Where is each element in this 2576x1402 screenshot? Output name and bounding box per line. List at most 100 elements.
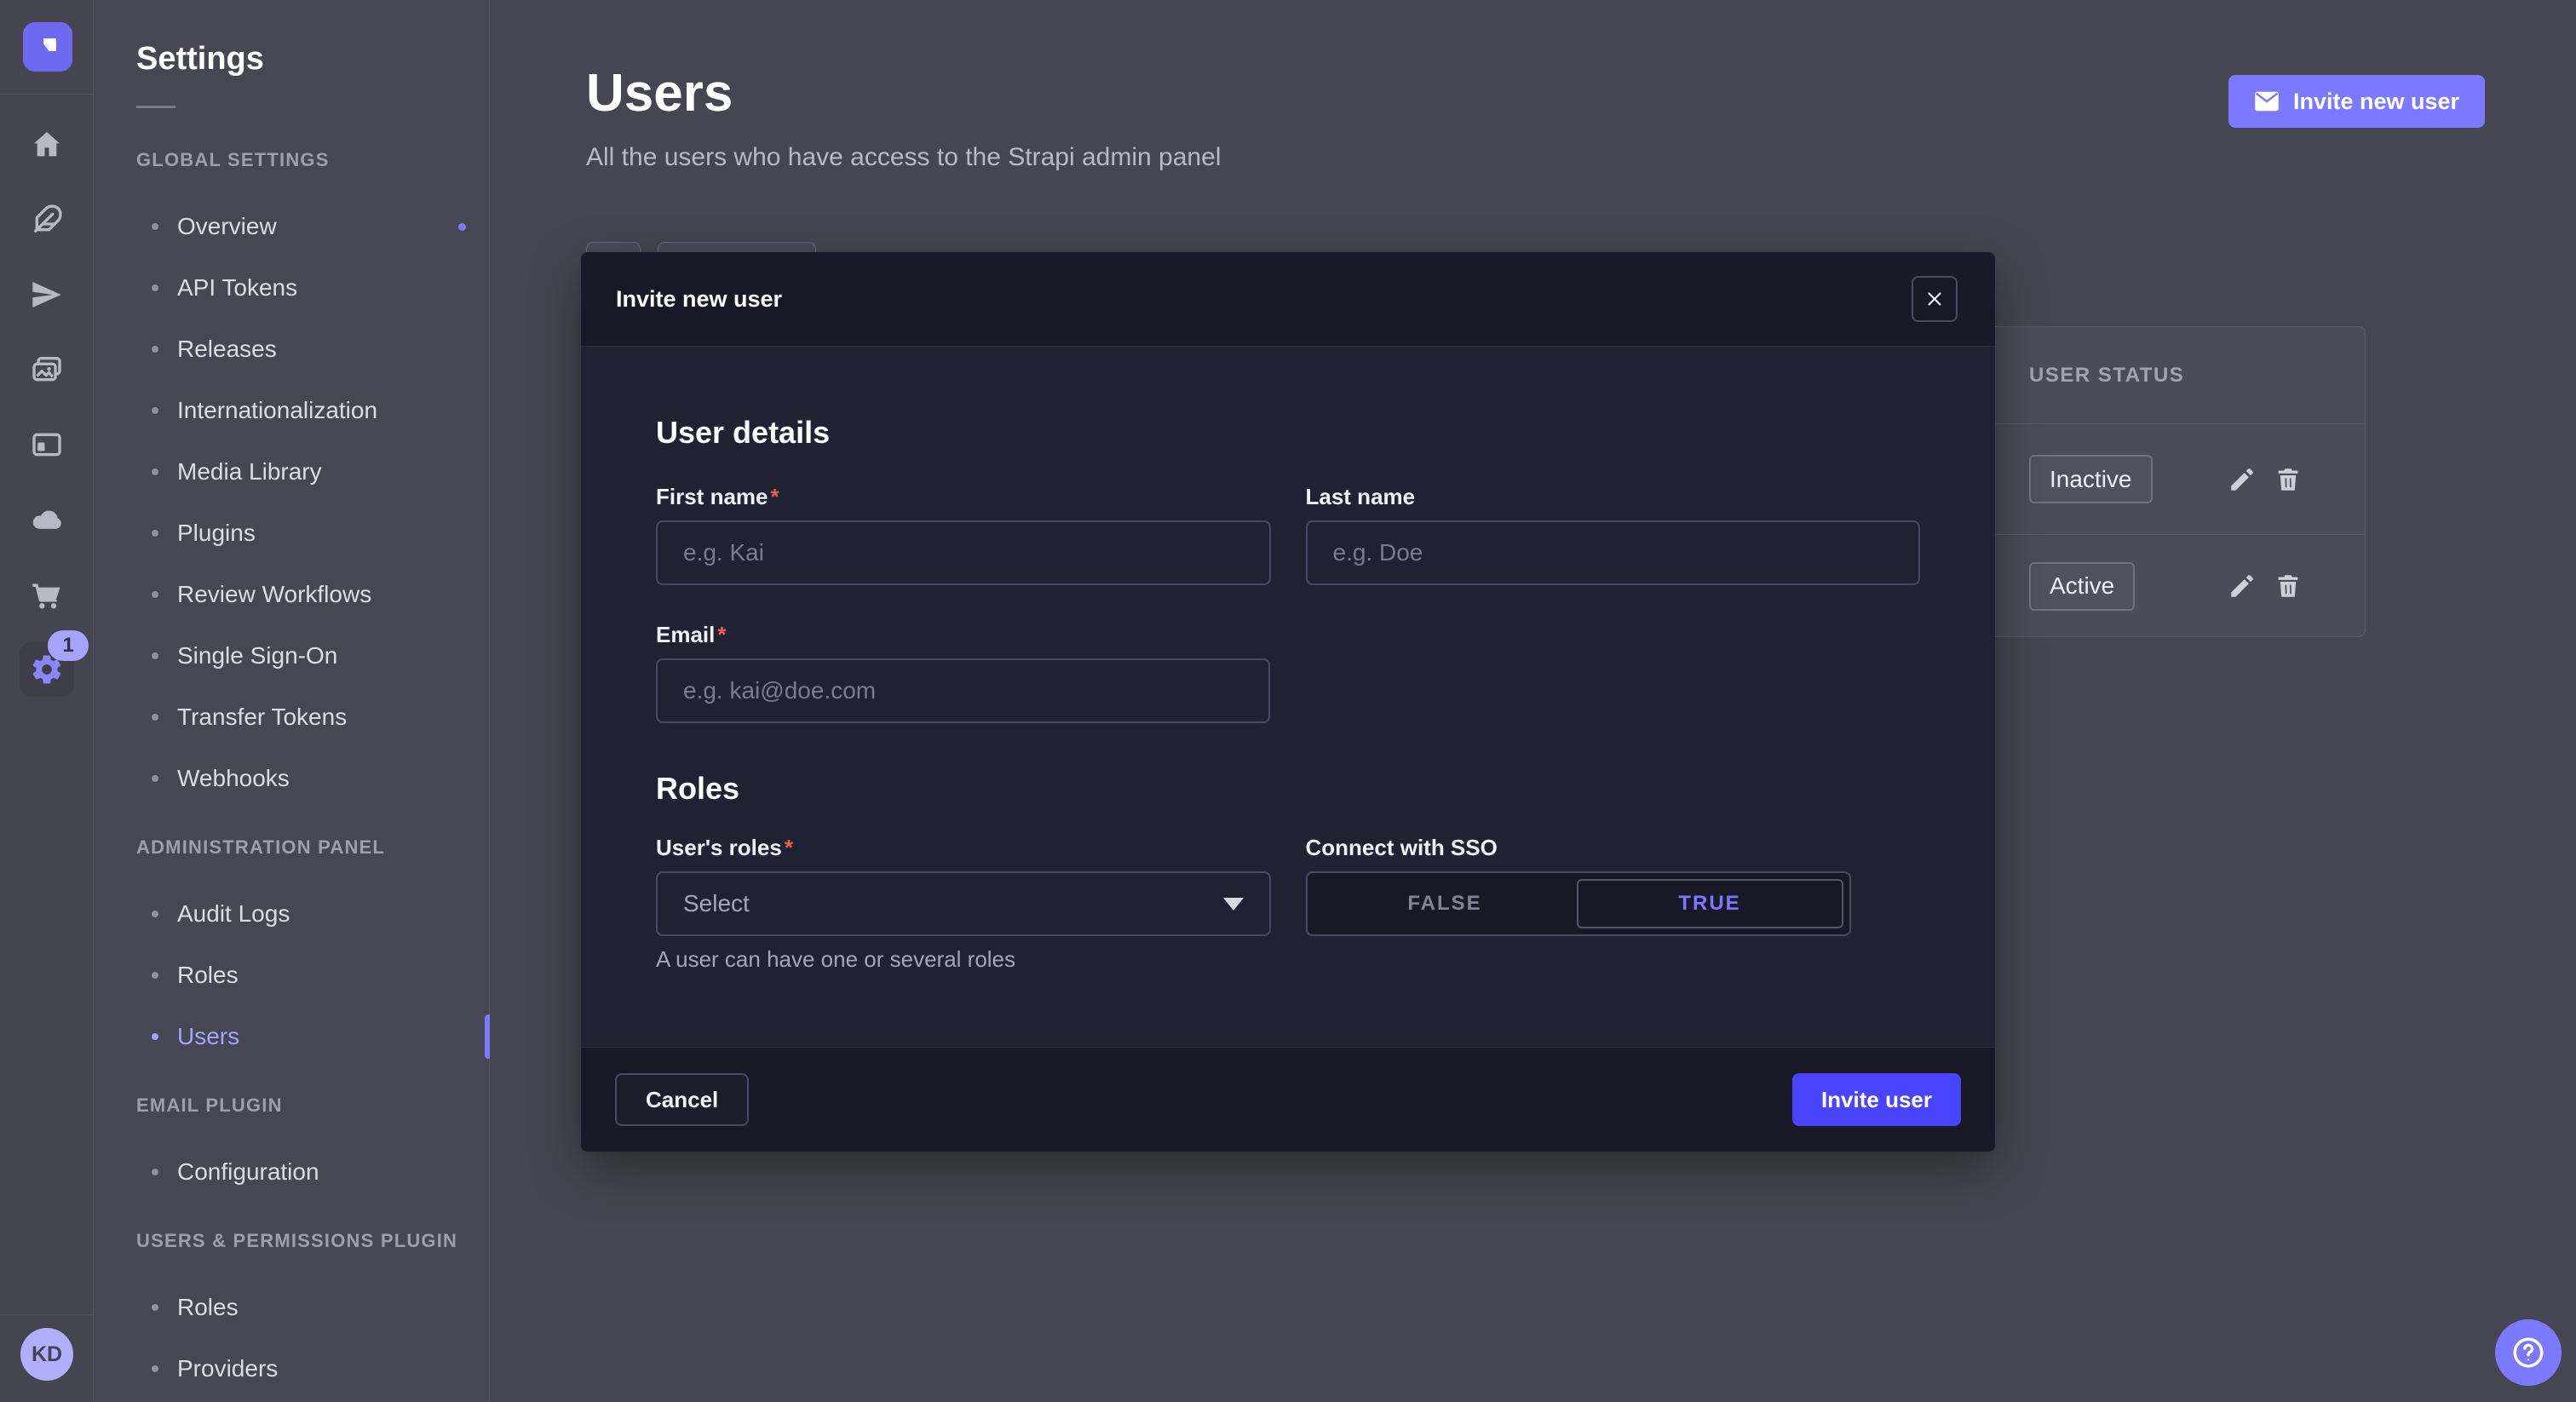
user-avatar[interactable]: KD	[20, 1328, 73, 1381]
users-roles-select[interactable]: Select	[656, 871, 1271, 936]
sidebar-item-roles[interactable]: Roles	[94, 1277, 490, 1338]
bullet-icon	[152, 714, 158, 721]
last-name-label: Last name	[1306, 481, 1921, 512]
invite-user-submit-button[interactable]: Invite user	[1792, 1073, 1961, 1126]
status-badge: Active	[2029, 562, 2135, 611]
delete-user-button[interactable]	[2274, 465, 2303, 494]
edit-user-button[interactable]	[2228, 572, 2257, 600]
sso-label: Connect with SSO	[1306, 832, 1921, 863]
cancel-button[interactable]: Cancel	[615, 1073, 749, 1126]
notification-dot	[458, 223, 466, 231]
trash-icon	[2274, 465, 2303, 494]
modal-header: Invite new user	[581, 252, 1995, 347]
users-roles-hint: A user can have one or several roles	[656, 946, 1271, 973]
app-rail: 1 KD	[0, 0, 94, 1402]
sidebar-item-review-workflows[interactable]: Review Workflows	[94, 564, 490, 625]
close-icon[interactable]	[1912, 276, 1958, 322]
sidebar-section-users-permissions-plugin: USERS & PERMISSIONS PLUGIN	[136, 1224, 490, 1258]
sidebar-item-label: Transfer Tokens	[177, 704, 347, 731]
images-icon[interactable]	[0, 332, 94, 407]
sidebar-item-audit-logs[interactable]: Audit Logs	[94, 883, 490, 945]
active-indicator-bar	[485, 1014, 490, 1059]
email-input[interactable]	[656, 658, 1270, 723]
rail-divider	[0, 94, 94, 95]
sidebar-title-underline	[136, 106, 175, 108]
first-name-input[interactable]	[656, 520, 1271, 585]
sidebar-item-roles[interactable]: Roles	[94, 945, 490, 1006]
bullet-icon	[152, 407, 158, 414]
last-name-input[interactable]	[1306, 520, 1921, 585]
sidebar-item-releases[interactable]: Releases	[94, 319, 490, 380]
bullet-icon	[152, 346, 158, 353]
bullet-icon	[152, 223, 158, 230]
sidebar-item-api-tokens[interactable]: API Tokens	[94, 257, 490, 319]
sidebar-item-label: Internationalization	[177, 397, 377, 424]
invite-new-user-button[interactable]: Invite new user	[2228, 75, 2485, 128]
rail-divider	[0, 1314, 94, 1315]
required-asterisk: *	[717, 622, 726, 648]
envelope-icon	[2254, 90, 2280, 112]
sidebar-item-label: Users	[177, 1023, 239, 1050]
sso-field: Connect with SSO FALSE TRUE	[1306, 832, 1921, 973]
cloud-icon[interactable]	[0, 482, 94, 557]
sidebar-nav: GLOBAL SETTINGS Overview API Tokens Release…	[94, 143, 490, 1399]
sidebar-item-providers[interactable]: Providers	[94, 1338, 490, 1399]
sidebar-item-label: Plugins	[177, 520, 256, 547]
user-details-heading: User details	[656, 415, 1920, 451]
pencil-icon	[2228, 572, 2257, 600]
sidebar-item-users[interactable]: Users	[94, 1006, 490, 1067]
bullet-icon	[152, 911, 158, 917]
help-button[interactable]	[2495, 1319, 2562, 1386]
sidebar-section-email-plugin: EMAIL PLUGIN	[136, 1089, 490, 1123]
sso-toggle: FALSE TRUE	[1306, 871, 1851, 936]
bullet-icon	[152, 284, 158, 291]
cart-icon[interactable]	[0, 557, 94, 632]
home-icon[interactable]	[0, 107, 94, 182]
sidebar-item-label: Audit Logs	[177, 900, 290, 928]
sso-false-option[interactable]: FALSE	[1314, 879, 1577, 928]
sidebar-item-media-library[interactable]: Media Library	[94, 441, 490, 503]
sidebar-item-label: API Tokens	[177, 274, 297, 302]
modal-title: Invite new user	[616, 286, 782, 313]
invite-new-user-label: Invite new user	[2293, 89, 2459, 115]
sidebar-item-plugins[interactable]: Plugins	[94, 503, 490, 564]
bullet-icon	[152, 1304, 158, 1311]
sso-true-option[interactable]: TRUE	[1577, 879, 1843, 928]
sidebar-item-label: Roles	[177, 962, 239, 989]
sidebar-item-webhooks[interactable]: Webhooks	[94, 748, 490, 809]
paper-plane-icon[interactable]	[0, 257, 94, 332]
sidebar-item-internationalization[interactable]: Internationalization	[94, 380, 490, 441]
sidebar-item-label: Webhooks	[177, 765, 290, 792]
users-roles-select-value: Select	[683, 890, 750, 917]
modal-footer: Cancel Invite user	[581, 1047, 1995, 1152]
status-badge: Inactive	[2029, 455, 2153, 503]
bullet-icon	[152, 1033, 158, 1040]
bullet-icon	[152, 591, 158, 598]
sidebar-item-overview[interactable]: Overview	[94, 196, 490, 257]
first-name-label: First name*	[656, 481, 1271, 512]
gear-icon[interactable]: 1	[0, 632, 94, 707]
sidebar-item-transfer-tokens[interactable]: Transfer Tokens	[94, 687, 490, 748]
sidebar-item-label: Configuration	[177, 1158, 319, 1186]
pencil-icon	[2228, 465, 2257, 494]
feather-icon[interactable]	[0, 182, 94, 257]
email-field: Email*	[656, 619, 1270, 723]
email-label: Email*	[656, 619, 1270, 650]
users-roles-field: User's roles* Select A user can have one…	[656, 832, 1271, 973]
delete-user-button[interactable]	[2274, 572, 2303, 600]
bullet-icon	[152, 775, 158, 782]
question-mark-icon	[2510, 1335, 2546, 1370]
trash-icon	[2274, 572, 2303, 600]
layout-icon[interactable]	[0, 407, 94, 482]
sidebar-section-global-settings: GLOBAL SETTINGS	[136, 143, 490, 177]
bullet-icon	[152, 972, 158, 979]
last-name-field: Last name	[1306, 481, 1921, 585]
edit-user-button[interactable]	[2228, 465, 2257, 494]
first-name-field: First name*	[656, 481, 1271, 585]
sidebar-item-single-sign-on[interactable]: Single Sign-On	[94, 625, 490, 687]
users-roles-label: User's roles*	[656, 832, 1271, 863]
required-asterisk: *	[785, 835, 793, 861]
sidebar-item-configuration[interactable]: Configuration	[94, 1141, 490, 1203]
strapi-logo[interactable]	[23, 22, 72, 72]
sidebar-item-label: Overview	[177, 213, 277, 240]
